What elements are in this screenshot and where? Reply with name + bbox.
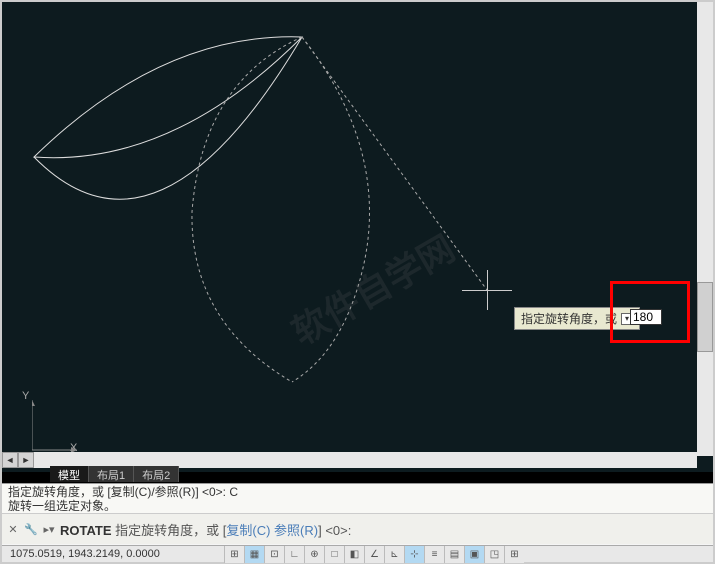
status-bar: 1075.0519, 1943.2149, 0.0000 ⊞ ▦ ⊡ ∟ ⊕ □… bbox=[2, 545, 713, 562]
command-prompt-end: ] <0>: bbox=[318, 523, 351, 538]
osnap-icon[interactable]: □ bbox=[324, 546, 344, 563]
command-window: 指定旋转角度，或 [复制(C)/参照(R)] <0>: C 旋转一组选定对象。 … bbox=[2, 483, 713, 545]
ducs-icon[interactable]: ⊾ bbox=[384, 546, 404, 563]
command-line[interactable]: ✕ 🔧 ▸▾ ROTATE 指定旋转角度，或 [复制(C) 参照(R)] <0>… bbox=[2, 514, 713, 544]
command-option-copy[interactable]: 复制(C) bbox=[226, 523, 270, 538]
otrack-icon[interactable]: ∠ bbox=[364, 546, 384, 563]
tab-layout1[interactable]: 布局1 bbox=[89, 466, 134, 482]
dyn-icon[interactable]: ⊹ bbox=[404, 546, 424, 563]
command-name: ROTATE bbox=[60, 523, 112, 538]
dynamic-input-tooltip: 指定旋转角度，或 ▾ bbox=[514, 307, 640, 330]
command-option-reference[interactable]: 参照(R) bbox=[274, 523, 318, 538]
lwt-icon[interactable]: ≡ bbox=[424, 546, 444, 563]
tpy-icon[interactable]: ▤ bbox=[444, 546, 464, 563]
status-toggles: ⊞ ▦ ⊡ ∟ ⊕ □ ◧ ∠ ⊾ ⊹ ≡ ▤ ▣ ◳ ⊞ bbox=[224, 546, 524, 563]
tab-model[interactable]: 模型 bbox=[50, 466, 89, 482]
model-space-icon[interactable]: ⊞ bbox=[224, 546, 244, 563]
command-history: 指定旋转角度，或 [复制(C)/参照(R)] <0>: C 旋转一组选定对象。 bbox=[2, 484, 713, 514]
wrench-icon[interactable]: 🔧 bbox=[24, 522, 38, 536]
scroll-thumb[interactable] bbox=[697, 282, 713, 352]
tooltip-text: 指定旋转角度，或 bbox=[521, 310, 617, 327]
prompt-icon: ▸▾ bbox=[42, 522, 56, 536]
layout-tabs: 模型 布局1 布局2 bbox=[50, 466, 179, 482]
polar-icon[interactable]: ⊕ bbox=[304, 546, 324, 563]
scroll-right-icon[interactable]: ► bbox=[18, 452, 34, 468]
am-icon[interactable]: ⊞ bbox=[504, 546, 524, 563]
history-line: 旋转一组选定对象。 bbox=[8, 499, 707, 513]
angle-input[interactable] bbox=[630, 309, 662, 325]
grid-icon[interactable]: ▦ bbox=[244, 546, 264, 563]
snap-icon[interactable]: ⊡ bbox=[264, 546, 284, 563]
drawing-canvas[interactable]: 软件自学网 Y X 指定旋转角度，或 ▾ bbox=[2, 2, 713, 472]
3dosnap-icon[interactable]: ◧ bbox=[344, 546, 364, 563]
scroll-left-icon[interactable]: ◄ bbox=[2, 452, 18, 468]
qp-icon[interactable]: ▣ bbox=[464, 546, 484, 563]
sc-icon[interactable]: ◳ bbox=[484, 546, 504, 563]
command-prompt-text: 指定旋转角度，或 [ bbox=[115, 523, 226, 538]
history-line: 指定旋转角度，或 [复制(C)/参照(R)] <0>: C bbox=[8, 485, 707, 499]
coordinates-display[interactable]: 1075.0519, 1943.2149, 0.0000 bbox=[2, 548, 224, 560]
close-icon[interactable]: ✕ bbox=[6, 522, 20, 536]
ucs-y-label: Y bbox=[22, 390, 29, 402]
tab-layout2[interactable]: 布局2 bbox=[134, 466, 179, 482]
ortho-icon[interactable]: ∟ bbox=[284, 546, 304, 563]
drawing-svg bbox=[2, 2, 713, 472]
ucs-axes-icon bbox=[32, 400, 82, 455]
vertical-scrollbar[interactable] bbox=[697, 2, 713, 456]
